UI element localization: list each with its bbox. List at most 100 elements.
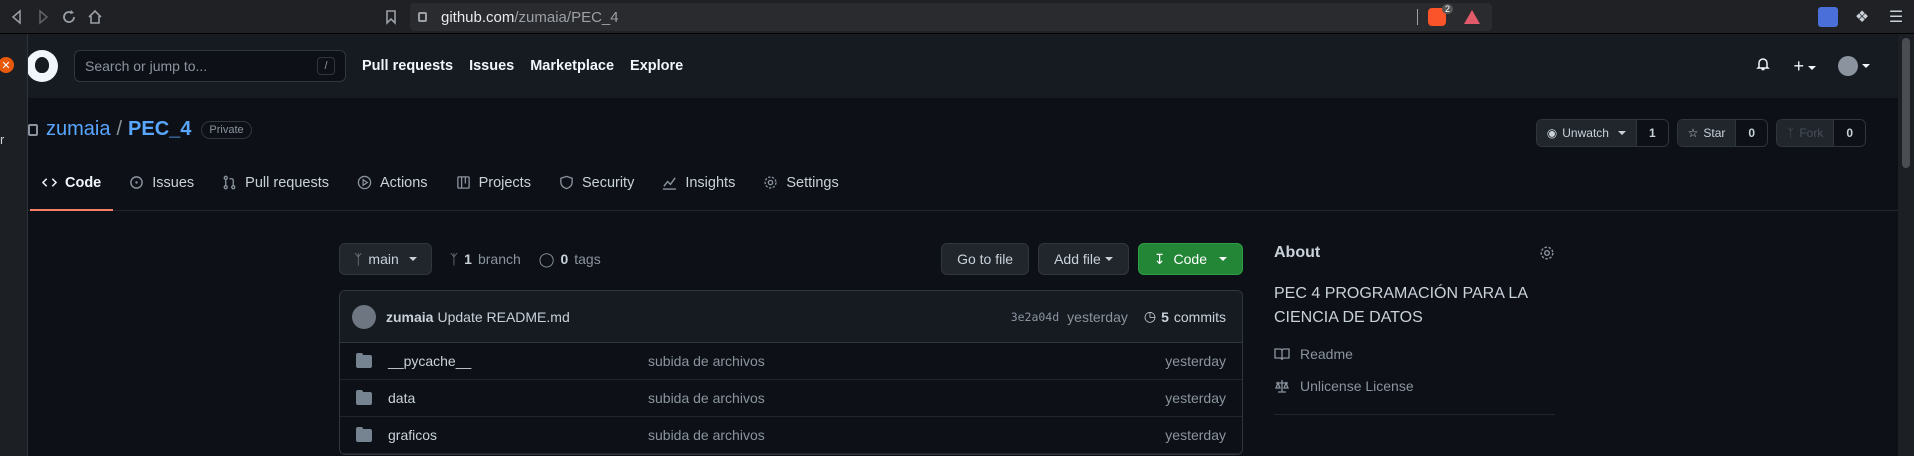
file-name-link[interactable]: data — [388, 390, 648, 406]
watch-label: Unwatch — [1562, 126, 1609, 140]
back-icon[interactable] — [4, 4, 30, 30]
tab-label: Settings — [786, 174, 839, 191]
issue-icon — [130, 176, 144, 189]
avatar[interactable] — [352, 304, 376, 329]
tab-code[interactable]: Code — [30, 154, 114, 211]
folder-icon — [356, 426, 372, 442]
repo-title: zumaia / PEC_4 Private — [28, 118, 252, 141]
code-download-button[interactable]: ↧ Code — [1137, 243, 1243, 275]
about-heading: About — [1274, 244, 1555, 262]
github-header: Search or jump to... / Pull requests Iss… — [0, 34, 1914, 98]
about-title: About — [1274, 244, 1321, 261]
create-new-button[interactable]: + — [1793, 56, 1816, 77]
commit-message-link[interactable]: Update README.md — [437, 309, 569, 325]
readme-link[interactable]: Readme — [1274, 346, 1555, 362]
file-commit-message-link[interactable]: subida de archivos — [648, 390, 765, 406]
file-commit-message-link[interactable]: subida de archivos — [648, 353, 765, 369]
commit-sha-link[interactable]: 3e2a04d — [1011, 310, 1059, 324]
tab-actions[interactable]: Actions — [345, 154, 440, 211]
add-file-label: Add file — [1054, 251, 1101, 267]
brave-shields-icon[interactable]: 2 — [1428, 4, 1453, 26]
github-logo-icon[interactable] — [26, 50, 58, 82]
add-file-button[interactable]: Add file — [1038, 243, 1129, 275]
readme-label: Readme — [1300, 346, 1353, 362]
tab-insights[interactable]: Insights — [650, 154, 747, 211]
forward-icon[interactable] — [30, 4, 56, 30]
tab-security[interactable]: Security — [547, 154, 646, 211]
star-icon: ☆ — [1687, 126, 1699, 140]
page-scrollbar[interactable] — [1898, 34, 1914, 456]
bookmark-icon[interactable] — [378, 4, 404, 30]
bell-icon[interactable] — [1755, 56, 1771, 76]
commit-author-link[interactable]: zumaia — [386, 309, 433, 325]
avatar — [1838, 56, 1858, 76]
branch-count-link[interactable]: ᛉ 1 branch — [450, 251, 521, 267]
branch-icon: ᛉ — [354, 251, 363, 267]
about-panel: About PEC 4 PROGRAMACIÓN PARA LA CIENCIA… — [1274, 244, 1555, 415]
url-divider — [1417, 9, 1418, 25]
tab-label: Insights — [685, 174, 736, 191]
folder-icon — [356, 352, 372, 368]
fork-count[interactable]: 0 — [1833, 120, 1865, 146]
menu-icon[interactable]: ☰ — [1886, 7, 1906, 27]
book-icon — [1274, 348, 1290, 361]
reload-icon[interactable] — [56, 4, 82, 30]
scrollbar-thumb[interactable] — [1902, 38, 1910, 168]
tag-count: 0 — [560, 251, 569, 267]
tag-count-link[interactable]: ◯ 0 tags — [539, 251, 601, 268]
nav-marketplace[interactable]: Marketplace — [530, 58, 614, 74]
commits-link[interactable]: ◷ 5 commits — [1144, 308, 1226, 325]
home-icon[interactable] — [82, 4, 108, 30]
tab-pull-requests[interactable]: Pull requests — [210, 154, 341, 211]
go-to-file-button[interactable]: Go to file — [941, 243, 1030, 275]
watch-count[interactable]: 1 — [1635, 120, 1668, 146]
gear-icon[interactable] — [1539, 245, 1555, 261]
user-menu-button[interactable] — [1838, 56, 1870, 76]
star-count[interactable]: 0 — [1735, 120, 1768, 146]
table-row: data subida de archivos yesterday — [340, 380, 1242, 417]
tab-label: Issues — [152, 174, 195, 191]
file-name-link[interactable]: graficos — [388, 427, 648, 443]
graph-icon — [663, 177, 677, 190]
commit-count: 5 — [1161, 308, 1169, 325]
repo-description: PEC 4 PROGRAMACIÓN PARA LA CIENCIA DE DA… — [1274, 285, 1528, 326]
pull-request-icon — [223, 175, 236, 190]
divider — [1274, 414, 1555, 415]
tab-settings[interactable]: Settings — [751, 154, 850, 211]
brave-rewards-icon[interactable] — [1464, 10, 1480, 24]
license-link[interactable]: Unlicense License — [1274, 378, 1555, 394]
file-browser: zumaia Update README.md 3e2a04d yesterda… — [339, 290, 1243, 455]
translate-extension-icon[interactable] — [1818, 7, 1838, 27]
tab-projects[interactable]: Projects — [444, 154, 543, 211]
branch-selector[interactable]: ᛉ main — [339, 243, 432, 275]
star-button[interactable]: ☆ Star 0 — [1676, 119, 1769, 147]
file-date: yesterday — [1165, 390, 1226, 406]
tab-label: Code — [65, 174, 102, 191]
tab-issues[interactable]: Issues — [117, 154, 206, 211]
eye-icon: ◉ — [1546, 126, 1558, 140]
browser-toolbar: github.com/zumaia/PEC_4 2 ❖ ☰ — [0, 0, 1914, 34]
puzzle-extensions-icon[interactable]: ❖ — [1852, 7, 1872, 27]
global-nav: Pull requests Issues Marketplace Explore — [362, 58, 683, 74]
file-commit-message-link[interactable]: subida de archivos — [648, 427, 765, 443]
tab-label: Pull requests — [245, 174, 329, 191]
history-icon: ◷ — [1143, 308, 1157, 324]
search-shortcut-badge: / — [317, 57, 335, 75]
nav-pull-requests[interactable]: Pull requests — [362, 58, 453, 74]
nav-issues[interactable]: Issues — [469, 58, 514, 74]
tab-label: Projects — [478, 174, 531, 191]
table-row: __pycache__ subida de archivos yesterday — [340, 343, 1242, 380]
tab-label: Security — [581, 174, 635, 191]
side-panel-text: r — [0, 132, 5, 147]
url-text: github.com/zumaia/PEC_4 — [441, 8, 619, 26]
fork-button[interactable]: ᛉ Fork 0 — [1776, 119, 1866, 147]
watch-button[interactable]: ◉ Unwatch 1 — [1535, 119, 1669, 147]
file-name-link[interactable]: __pycache__ — [388, 353, 648, 369]
nav-explore[interactable]: Explore — [630, 58, 683, 74]
repo-owner-link[interactable]: zumaia — [46, 118, 110, 141]
address-bar[interactable]: github.com/zumaia/PEC_4 2 — [410, 3, 1492, 31]
search-input[interactable]: Search or jump to... / — [74, 50, 346, 82]
shield-icon — [560, 175, 573, 190]
repo-name-link[interactable]: PEC_4 — [128, 118, 191, 141]
folder-icon — [356, 389, 372, 405]
